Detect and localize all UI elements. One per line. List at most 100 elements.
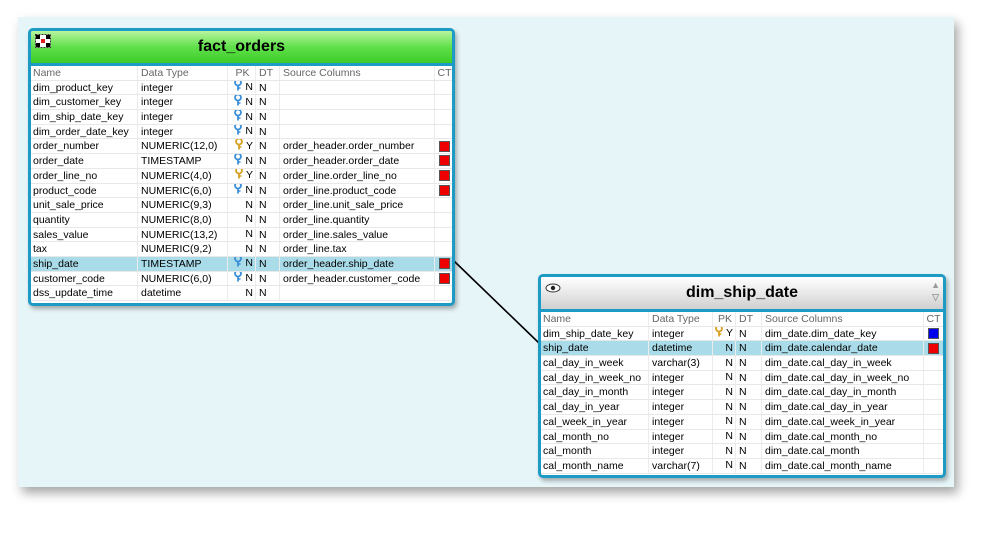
scroll-arrows-icon[interactable]: ▲ ▽ bbox=[931, 279, 940, 303]
col-header-type[interactable]: Data Type bbox=[138, 66, 228, 80]
table-row[interactable]: tax NUMERIC(9,2) N Norder_line.tax bbox=[31, 242, 452, 257]
table-row[interactable]: cal_month integer N Ndim_date.cal_month bbox=[541, 444, 943, 459]
table-row[interactable]: cal_week_in_year integer N Ndim_date.cal_we… bbox=[541, 414, 943, 430]
column-data-type: NUMERIC(9,2) bbox=[138, 242, 228, 256]
column-data-type: integer bbox=[138, 80, 228, 95]
ct-square-icon bbox=[439, 140, 450, 152]
pk-flag: N bbox=[245, 198, 253, 211]
column-dt: N bbox=[256, 95, 280, 110]
table-row[interactable]: cal_day_in_month integer N Ndim_date.cal_da… bbox=[541, 385, 943, 401]
column-pk: N bbox=[228, 80, 256, 95]
pk-flag: N bbox=[245, 272, 253, 285]
col-header-pk[interactable]: PK bbox=[228, 66, 256, 80]
column-name: sales_value bbox=[31, 227, 138, 242]
column-ct bbox=[924, 400, 941, 414]
column-data-type: TIMESTAMP bbox=[138, 154, 228, 168]
table-row[interactable]: order_number NUMERIC(12,0) Y Norder_header.… bbox=[31, 139, 452, 155]
column-dt: N bbox=[736, 414, 762, 429]
column-ct bbox=[435, 154, 452, 168]
col-header-ct[interactable]: CT bbox=[435, 66, 452, 80]
column-dt: N bbox=[256, 80, 280, 95]
column-name: cal_day_in_month bbox=[541, 385, 649, 400]
table-row[interactable]: product_code NUMERIC(6,0) N Norder_line.pro… bbox=[31, 183, 452, 199]
fact-orders-header[interactable]: fact_orders bbox=[31, 31, 452, 63]
table-row[interactable]: dim_customer_key integer N N bbox=[31, 95, 452, 111]
table-row[interactable]: cal_day_in_year integer N Ndim_date.cal_day… bbox=[541, 400, 943, 415]
column-name: cal_day_in_year bbox=[541, 400, 649, 414]
grid-table-icon bbox=[35, 34, 51, 53]
column-header-row: Name Data Type PK DT Source Columns CT bbox=[541, 312, 943, 327]
column-source: order_line.quantity bbox=[280, 212, 435, 227]
column-name: dim_product_key bbox=[31, 80, 138, 95]
column-dt: N bbox=[256, 256, 280, 271]
table-row[interactable]: order_date TIMESTAMP N Norder_header.order_… bbox=[31, 154, 452, 169]
column-pk: N bbox=[713, 356, 736, 370]
table-row[interactable]: cal_month_name varchar(7) N Ndim_date.cal_m… bbox=[541, 458, 943, 474]
col-header-name[interactable]: Name bbox=[541, 312, 649, 326]
diagram-canvas[interactable]: fact_orders Name Data Type PK DT Source … bbox=[18, 17, 954, 487]
column-data-type: integer bbox=[649, 444, 713, 458]
column-pk: N bbox=[228, 256, 256, 271]
table-row[interactable]: ship_date TIMESTAMP N Norder_header.ship_da… bbox=[31, 256, 452, 272]
table-row[interactable]: dim_ship_date_key integer Y Ndim_date.dim_d… bbox=[541, 326, 943, 342]
column-pk: N bbox=[228, 271, 256, 286]
column-ct bbox=[924, 356, 941, 370]
column-header-row: Name Data Type PK DT Source Columns CT bbox=[31, 66, 452, 81]
col-header-pk[interactable]: PK bbox=[713, 312, 736, 326]
table-row[interactable]: unit_sale_price NUMERIC(9,3) N Norder_line.… bbox=[31, 198, 452, 213]
column-ct bbox=[435, 228, 452, 242]
column-name: dim_ship_date_key bbox=[541, 326, 649, 341]
dim-ship-date-grid: Name Data Type PK DT Source Columns CT d… bbox=[541, 312, 943, 474]
table-row[interactable]: dim_product_key integer N N bbox=[31, 80, 452, 96]
col-header-src[interactable]: Source Columns bbox=[762, 312, 924, 326]
table-row[interactable]: cal_day_in_week_no integer N Ndim_date.cal_… bbox=[541, 370, 943, 386]
fact-orders-grid: Name Data Type PK DT Source Columns CT d… bbox=[31, 66, 452, 301]
col-header-type[interactable]: Data Type bbox=[649, 312, 713, 326]
table-row[interactable]: dss_update_time datetime N N bbox=[31, 286, 452, 301]
pk-flag: N bbox=[725, 371, 733, 384]
table-row[interactable]: cal_day_in_week varchar(3) N Ndim_date.cal_… bbox=[541, 356, 943, 371]
column-source: order_line.sales_value bbox=[280, 227, 435, 242]
table-row[interactable]: quantity NUMERIC(8,0) N Norder_line.quantit… bbox=[31, 212, 452, 228]
dim-ship-date-table[interactable]: dim_ship_date ▲ ▽ Name Data Type PK DT So… bbox=[538, 274, 946, 478]
column-data-type: datetime bbox=[649, 341, 713, 356]
column-pk: N bbox=[713, 429, 736, 444]
column-source: dim_date.cal_month_no bbox=[762, 429, 924, 444]
fact-orders-table[interactable]: fact_orders Name Data Type PK DT Source … bbox=[28, 28, 455, 306]
key-icon bbox=[714, 326, 726, 341]
dim-ship-date-title: dim_ship_date bbox=[685, 284, 799, 301]
column-ct bbox=[924, 430, 941, 444]
table-row[interactable]: cal_month_no integer N Ndim_date.cal_month_… bbox=[541, 429, 943, 445]
col-header-dt[interactable]: DT bbox=[736, 312, 762, 326]
table-row[interactable]: customer_code NUMERIC(6,0) N Norder_header.… bbox=[31, 271, 452, 287]
column-data-type: integer bbox=[649, 414, 713, 429]
col-header-name[interactable]: Name bbox=[31, 66, 138, 80]
column-pk: N bbox=[713, 370, 736, 385]
column-data-type: TIMESTAMP bbox=[138, 256, 228, 271]
column-dt: N bbox=[736, 400, 762, 414]
column-name: order_number bbox=[31, 139, 138, 154]
column-name: cal_month bbox=[541, 444, 649, 458]
col-header-src[interactable]: Source Columns bbox=[280, 66, 435, 80]
pk-flag: N bbox=[725, 459, 733, 472]
column-pk: N bbox=[713, 341, 736, 356]
column-source: order_header.ship_date bbox=[280, 256, 435, 271]
column-source: dim_date.dim_date_key bbox=[762, 326, 924, 341]
col-header-ct[interactable]: CT bbox=[924, 312, 941, 326]
column-data-type: integer bbox=[649, 370, 713, 385]
table-row[interactable]: order_line_no NUMERIC(4,0) Y Norder_line.or… bbox=[31, 168, 452, 184]
table-row[interactable]: dim_ship_date_key integer N N bbox=[31, 110, 452, 125]
column-data-type: integer bbox=[649, 385, 713, 400]
table-row[interactable]: sales_value NUMERIC(13,2) N Norder_line.sal… bbox=[31, 227, 452, 243]
column-dt: N bbox=[736, 370, 762, 385]
column-pk: N bbox=[713, 400, 736, 414]
dim-ship-date-header[interactable]: dim_ship_date ▲ ▽ bbox=[541, 277, 943, 309]
pk-flag: N bbox=[725, 385, 733, 398]
column-source bbox=[280, 110, 435, 124]
table-row[interactable]: dim_order_date_key integer N N bbox=[31, 124, 452, 140]
pk-flag: N bbox=[245, 228, 253, 241]
col-header-dt[interactable]: DT bbox=[256, 66, 280, 80]
table-row[interactable]: ship_date datetime N Ndim_date.calendar_dat… bbox=[541, 341, 943, 357]
key-icon bbox=[234, 139, 246, 153]
column-data-type: varchar(3) bbox=[649, 356, 713, 370]
